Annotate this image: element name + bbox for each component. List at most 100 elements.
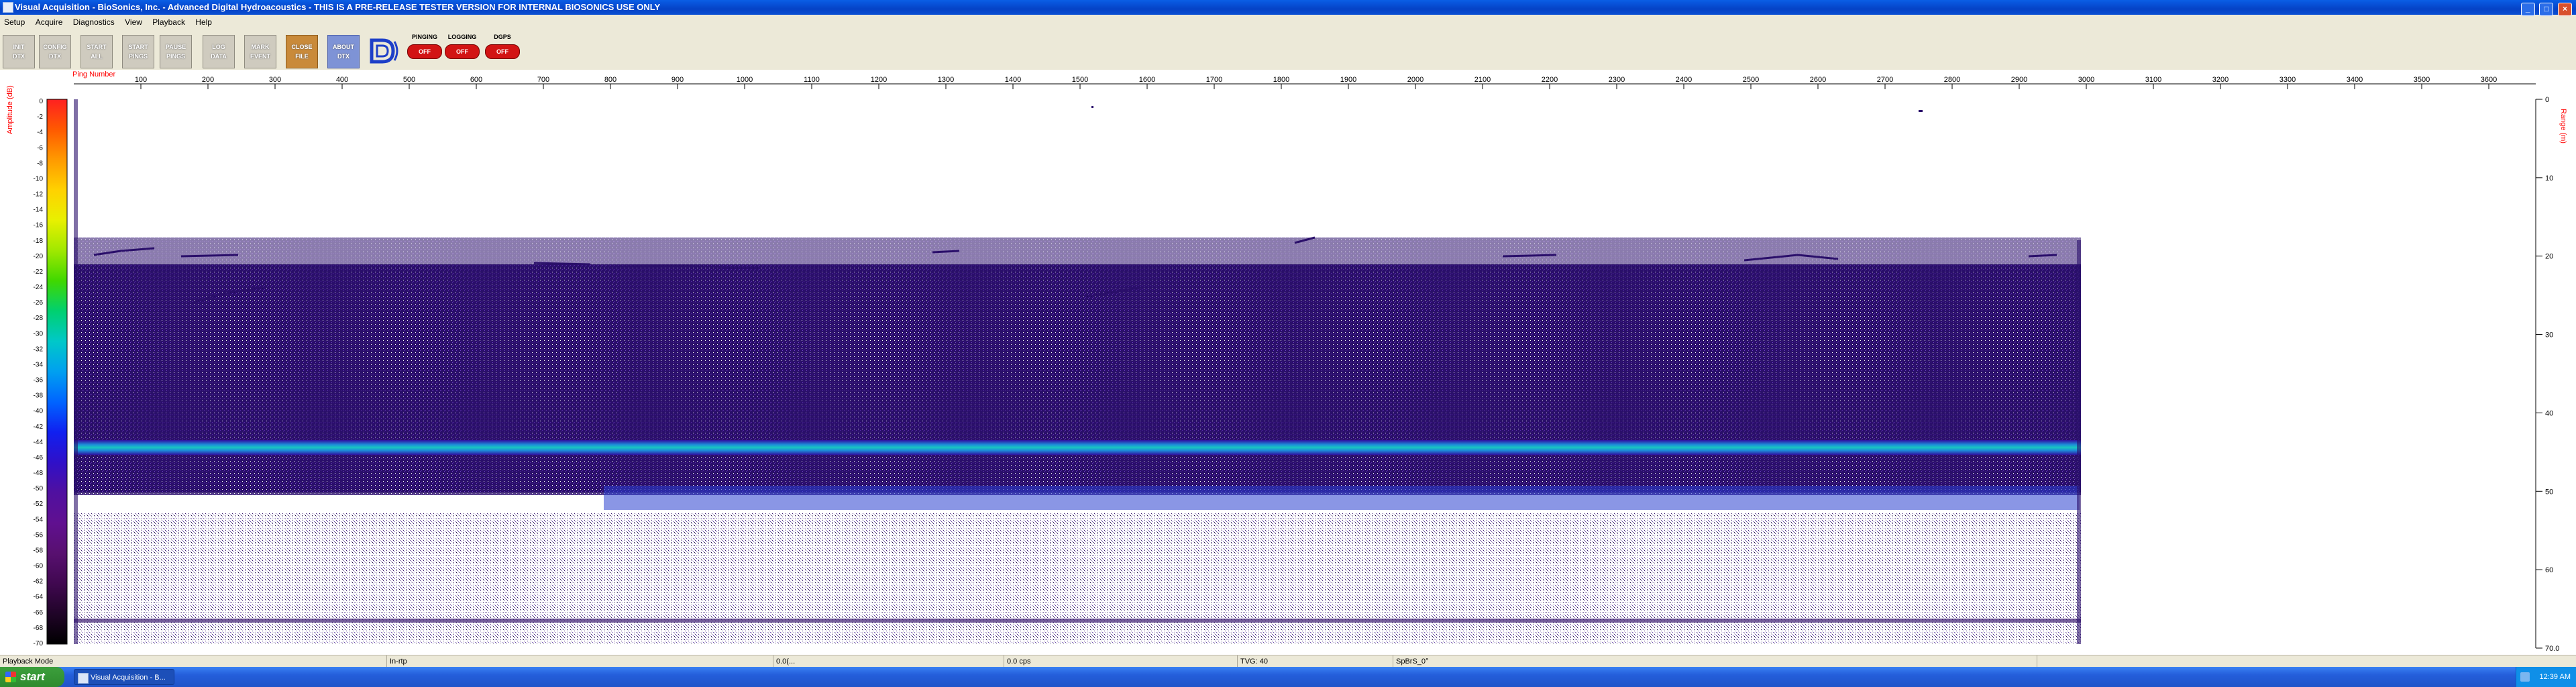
pause-pings-button[interactable]: PAUSE PINGS (160, 35, 192, 68)
start-all-label-2: ALL (91, 53, 103, 60)
colorbar-tick-label: -44 (34, 439, 44, 446)
x-tick-label: 2300 (1609, 76, 1625, 84)
colorbar-tick-label: -8 (37, 160, 43, 167)
status-field-7 (2037, 655, 2576, 668)
pause-pings-label-2: PINGS (166, 53, 185, 60)
colorbar-tick-label: -14 (34, 207, 44, 214)
log-data-button[interactable]: LOG DATA (203, 35, 235, 68)
menu-setup[interactable]: Setup (0, 16, 29, 28)
app-window-icon (78, 673, 89, 684)
colorbar-tick-label: -54 (34, 516, 44, 523)
window-title: Visual Acquisition - BioSonics, Inc. - A… (15, 2, 661, 12)
mark-event-label-1: MARK (251, 44, 270, 50)
maximize-button[interactable]: □ (2539, 3, 2554, 16)
colorbar-tick-label: -56 (34, 531, 44, 539)
colorbar-tick-label: -42 (34, 423, 44, 431)
taskbar: start Visual Acquisition - B... 12:39 AM (0, 667, 2576, 687)
colorbar-tick-label: -24 (34, 284, 44, 291)
start-pings-button[interactable]: START PINGS (122, 35, 154, 68)
right-axis-ticks: 0 10 20 30 40 50 60 70.0 (2536, 96, 2559, 653)
x-tick-label: 1600 (1139, 76, 1155, 84)
colorbar-tick-label: -40 (34, 408, 44, 415)
start-button[interactable]: start (0, 667, 64, 687)
colorbar-tick-label: -2 (37, 113, 43, 121)
x-tick-label: 2100 (1474, 76, 1491, 84)
colorbar-tick-label: -62 (34, 578, 44, 586)
pinging-indicator: PINGING OFF (405, 34, 444, 68)
minimize-button[interactable]: _ (2520, 3, 2535, 16)
close-file-label-2: FILE (295, 53, 309, 60)
x-tick-label: 1500 (1072, 76, 1088, 84)
colorbar-tick-label: -26 (34, 299, 44, 307)
taskbar-item-visual-acquisition[interactable]: Visual Acquisition - B... (74, 669, 174, 685)
x-tick-label: 2700 (1877, 76, 1893, 84)
init-dtx-label-2: DTX (13, 53, 25, 60)
start-all-button[interactable]: START ALL (80, 35, 113, 68)
echogram-panel: Ping Number Amplitude (dB) Range (m) 100… (0, 70, 2576, 655)
colorbar-tick-label: -32 (34, 346, 44, 353)
x-tick-label: 1900 (1340, 76, 1356, 84)
bottom-echo-band (74, 440, 2081, 455)
echogram-image (74, 99, 2081, 644)
colorbar-tick-label: -36 (34, 377, 44, 384)
fish-trace (1502, 254, 1557, 258)
pinging-label: PINGING (411, 34, 437, 40)
tray-icon[interactable] (2520, 672, 2530, 682)
x-axis-title: Ping Number (72, 70, 116, 78)
colorbar-tick-label: -68 (34, 625, 44, 632)
pinging-light-icon: OFF (407, 44, 442, 59)
status-tvg: TVG: 40 (1237, 655, 1268, 668)
about-dtx-button[interactable]: ABOUT DTX (327, 35, 360, 68)
depth-tick-label: 70.0 (2545, 645, 2559, 653)
x-tick-label: 2400 (1676, 76, 1692, 84)
biosonics-logo-icon (370, 38, 398, 64)
menu-help[interactable]: Help (191, 16, 216, 28)
fish-target (1919, 110, 1923, 112)
x-tick-label: 3400 (2347, 76, 2363, 84)
log-data-label-2: DATA (211, 53, 227, 60)
config-dtx-button[interactable]: CONFIG DTX (39, 35, 71, 68)
x-tick-label: 1300 (938, 76, 954, 84)
colorbar-tick-label: -4 (37, 129, 43, 136)
depth-tick-label: 30 (2545, 331, 2553, 339)
window-controls: _ □ × (2519, 1, 2572, 16)
close-button[interactable]: × (2558, 3, 2572, 16)
fish-trace (533, 262, 591, 266)
depth-tick-label: 20 (2545, 253, 2553, 261)
colorbar-tick-label: -70 (34, 640, 44, 647)
windows-flag-icon (5, 672, 16, 682)
colorbar-title: Amplitude (dB) (6, 85, 14, 134)
x-tick-label: 400 (336, 76, 348, 84)
fish-trace (180, 254, 239, 258)
colorbar-tick-label: -58 (34, 547, 44, 554)
deep-band (604, 486, 2080, 510)
x-tick-label: 300 (269, 76, 281, 84)
status-mode: Playback Mode (3, 657, 54, 666)
x-tick-label: 600 (470, 76, 482, 84)
depth-tick-label: 60 (2545, 566, 2553, 574)
fish-trace (932, 250, 960, 254)
x-tick-label: 3300 (2279, 76, 2296, 84)
logging-label: LOGGING (447, 34, 477, 40)
menu-diagnostics[interactable]: Diagnostics (69, 16, 119, 28)
menu-acquire[interactable]: Acquire (32, 16, 67, 28)
start-pings-label-2: PINGS (128, 53, 148, 60)
pause-pings-label-1: PAUSE (165, 44, 186, 50)
close-file-button[interactable]: CLOSE FILE (286, 35, 318, 68)
x-tick-label: 1700 (1206, 76, 1222, 84)
mark-event-button[interactable]: MARK EVENT (244, 35, 276, 68)
colorbar-tick-label: -30 (34, 330, 44, 337)
menu-view[interactable]: View (121, 16, 146, 28)
config-dtx-label-1: CONFIG (43, 44, 67, 50)
status-field-2: In-rtp (386, 655, 407, 668)
start-pings-label-1: START (128, 44, 148, 50)
echogram-svg[interactable]: Ping Number Amplitude (dB) Range (m) 100… (0, 70, 2576, 655)
status-bar: Playback Mode In-rtp 0.0(... 0.0 cps TVG… (0, 655, 2576, 668)
init-dtx-button[interactable]: INIT DTX (3, 35, 35, 68)
colorbar-ticks: 0 -2 -4 -6 -8 -10 -12 -14 -16 -18 -20 -22 -24 -26 -28 -… (34, 98, 44, 647)
colorbar-tick-label: 0 (39, 98, 43, 105)
x-tick-label: 3000 (2078, 76, 2094, 84)
title-bar: Visual Acquisition - BioSonics, Inc. - A… (0, 0, 2576, 16)
menu-playback[interactable]: Playback (148, 16, 189, 28)
clock: 12:39 AM (2539, 673, 2571, 681)
